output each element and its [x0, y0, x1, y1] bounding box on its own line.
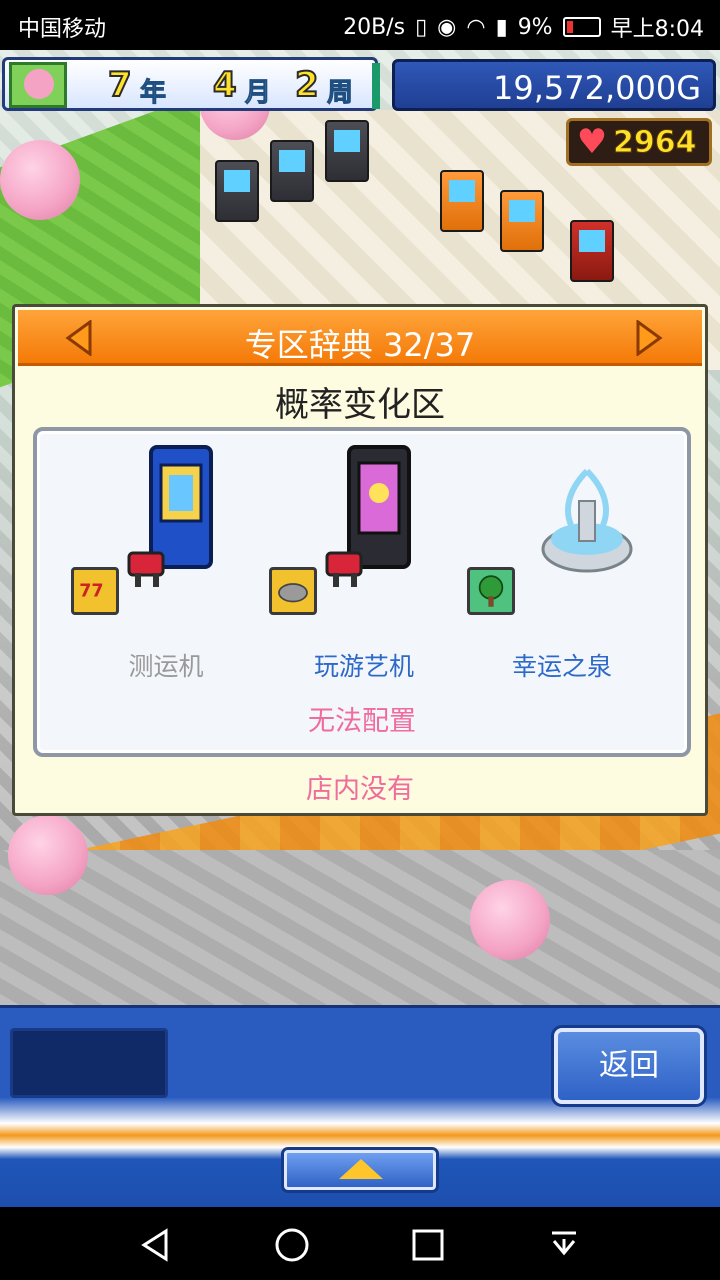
network-speed: 20B/s [343, 14, 406, 40]
system-nav-bar [0, 1207, 720, 1280]
cherry-tree [470, 880, 550, 960]
tree-icon [467, 567, 515, 615]
recents-square-icon[interactable] [408, 1225, 448, 1265]
status-bar: 中国移动 20B/s ▯ ◉ ◠ ▮ 9% 早上8:04 [0, 0, 720, 50]
arcade-machine [270, 140, 314, 202]
signal-icon: ▮ [495, 14, 508, 40]
date-panel: 7 年 4 月 2 周 [2, 57, 378, 111]
top-hud: 7 年 4 月 2 周 19,572,000G [0, 55, 720, 113]
zone-item-label: 幸运之泉 [511, 652, 612, 681]
seven-icon: 77 [71, 567, 119, 615]
svg-text:77: 77 [79, 581, 103, 601]
battery-icon [562, 17, 601, 37]
vibrate-icon: ▯ [415, 14, 428, 40]
dialog-title: 专区辞典 32/37 [244, 326, 476, 364]
zone-item-label: 玩游艺机 [313, 652, 414, 681]
money-display: 19,572,000G [392, 59, 716, 111]
hud-separator [372, 63, 380, 109]
battery-percent: 9% [517, 14, 553, 40]
back-button[interactable]: 返回 [554, 1028, 704, 1104]
back-triangle-icon[interactable] [136, 1225, 176, 1265]
zone-category-name: 概率变化区 [275, 385, 445, 425]
arcade-machine [325, 120, 369, 182]
next-page-arrow-icon[interactable] [634, 319, 664, 357]
year-number: 7 [107, 64, 133, 106]
hearts-counter: ♥ 2964 [566, 118, 712, 166]
rock-icon [269, 567, 317, 615]
week-number: 2 [294, 64, 320, 106]
hearts-value: 2964 [613, 125, 697, 161]
cherry-tree [8, 815, 88, 895]
carrier-name: 中国移动 [18, 17, 107, 42]
zone-item-label: 测运机 [128, 652, 204, 681]
arcade-machine [440, 170, 484, 232]
wifi-icon: ◠ [466, 14, 486, 40]
week-unit: 周 [326, 78, 354, 109]
month-unit: 月 [244, 78, 272, 109]
dialog-header: 专区辞典 32/37 [18, 310, 702, 366]
arcade-machine [570, 220, 614, 282]
arcade-machine [500, 190, 544, 252]
expand-menu-button[interactable] [284, 1150, 436, 1190]
fortune-machine-icon [127, 445, 213, 587]
up-arrow-icon [339, 1159, 383, 1179]
zone-item-fortune-machine[interactable]: 77 测运机 [71, 441, 261, 691]
zone-item-game-machine[interactable]: 玩游艺机 [269, 441, 459, 691]
year-unit: 年 [139, 78, 167, 109]
home-circle-icon[interactable] [272, 1225, 312, 1265]
eye-icon: ◉ [437, 14, 457, 40]
zone-dictionary-dialog: 专区辞典 32/37 概率变化区 77 测运机 玩游艺机 幸运之泉 无法配置 店… [12, 304, 708, 816]
info-box [10, 1028, 168, 1098]
fountain-icon [541, 468, 633, 573]
game-machine-icon [325, 445, 411, 587]
notification-pull-icon[interactable] [544, 1225, 584, 1265]
config-status-text: 无法配置 [308, 706, 416, 737]
status-icons: 20B/s ▯ ◉ ◠ ▮ 9% 早上8:04 [343, 11, 704, 43]
cherry-tree [0, 140, 80, 220]
zone-item-lucky-fountain[interactable]: 幸运之泉 [467, 441, 657, 691]
store-status-text: 店内没有 [306, 774, 414, 805]
month-number: 4 [212, 64, 238, 106]
clock: 早上8:04 [610, 17, 704, 42]
street [0, 850, 720, 1005]
zone-items-panel: 77 测运机 玩游艺机 幸运之泉 无法配置 [33, 427, 691, 757]
arcade-machine [215, 160, 259, 222]
bottom-menu-bar: 返回 [0, 1005, 720, 1207]
heart-icon: ♥ [576, 122, 608, 162]
sakura-season-icon[interactable] [9, 62, 67, 108]
